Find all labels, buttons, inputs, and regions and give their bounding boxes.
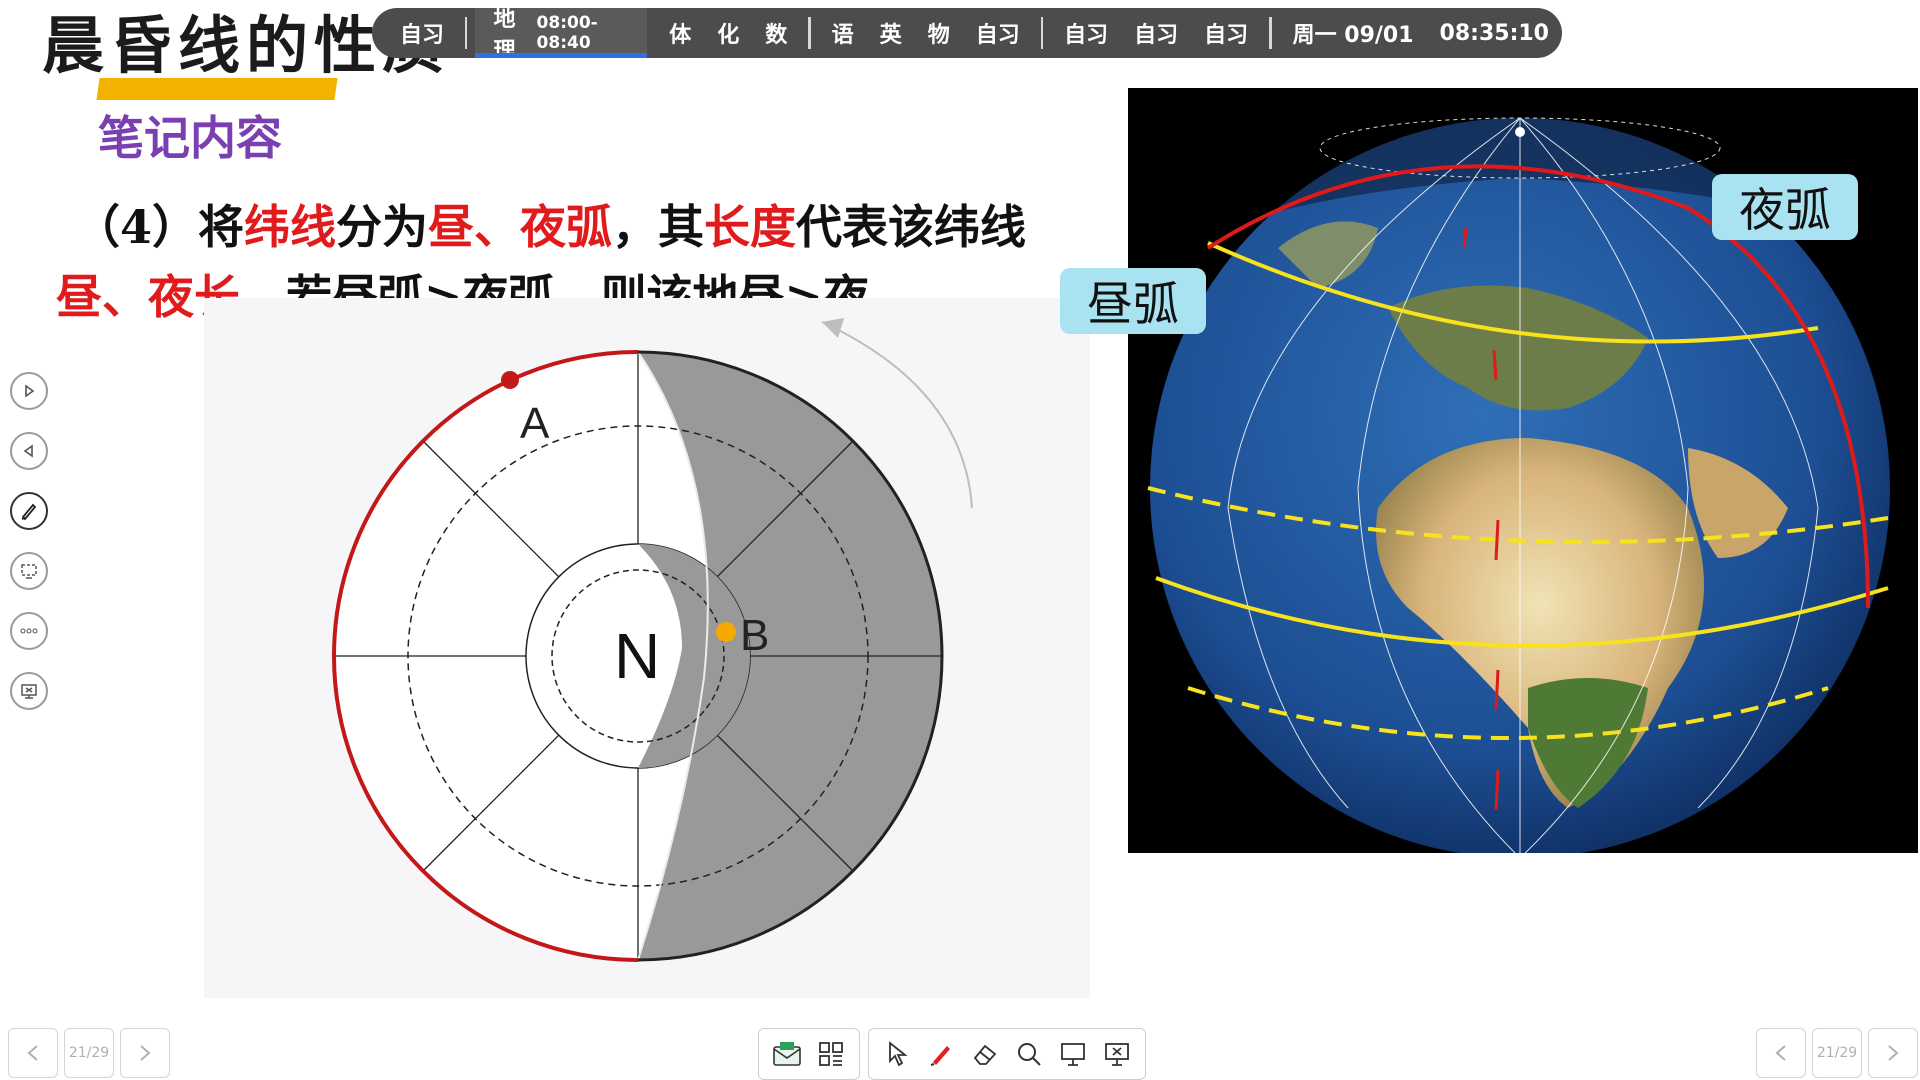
note-fragment: ，其 (612, 200, 705, 254)
schedule-item[interactable]: 自习 (1121, 17, 1191, 49)
slide-counter[interactable]: 21/29 (1812, 1028, 1862, 1078)
schedule-divider (1269, 17, 1272, 49)
next-slide-button[interactable] (120, 1028, 170, 1078)
pen-icon[interactable] (919, 1032, 963, 1076)
whiteboard-icon[interactable] (1051, 1032, 1095, 1076)
schedule-item[interactable]: 数 (752, 17, 800, 49)
note-fragment: 纬线 (244, 200, 337, 254)
more-icon[interactable] (10, 612, 48, 650)
schedule-item[interactable]: 自习 (1051, 17, 1121, 49)
play-next-icon[interactable] (10, 372, 48, 410)
schedule-item[interactable]: 物 (915, 17, 963, 49)
schedule-item[interactable]: 自习 (1191, 17, 1261, 49)
north-pole-point (1515, 127, 1525, 137)
toolbar-group-right (868, 1028, 1146, 1080)
play-prev-icon[interactable] (10, 432, 48, 470)
exit-presentation-icon[interactable] (10, 672, 48, 710)
point-a-marker (501, 371, 519, 389)
day-arc-callout: 昼弧 (1060, 268, 1206, 334)
pen-icon[interactable] (10, 492, 48, 530)
pager-left: 21/29 (8, 1028, 170, 1078)
current-time-range: 08:00-08:40 (536, 13, 598, 53)
polar-day-night-diagram: A B N (332, 318, 973, 962)
schedule-item[interactable]: 化 (704, 17, 752, 49)
schedule-divider (1040, 17, 1044, 49)
slide-counter[interactable]: 21/29 (64, 1028, 114, 1078)
note-fragment: 代表该纬线 (796, 200, 1027, 254)
schedule-item[interactable]: 语 (819, 17, 867, 49)
schedule-divider (465, 17, 468, 49)
day-arc-label: 昼弧 (1087, 277, 1179, 331)
envelope-icon[interactable] (765, 1032, 809, 1076)
point-b-label: B (740, 611, 769, 660)
section-subtitle: 笔记内容 (98, 111, 282, 165)
schedule-divider (808, 17, 811, 49)
note-fragment: 长度 (704, 200, 797, 254)
class-schedule-bar: 自习 地理 08:00-08:40 体 化 数 语 英 物 自习 自习 自习 自… (372, 7, 1562, 64)
class-progress-bar (475, 53, 647, 58)
presentation-toolbar (758, 1028, 1146, 1080)
point-b-marker (716, 622, 736, 642)
rotation-arrowhead (822, 318, 844, 338)
end-show-icon[interactable] (1095, 1032, 1139, 1076)
note-fragment: （4）将 (74, 200, 245, 254)
note-fragment: 分为 (336, 200, 429, 254)
note-fragment: 昼、夜弧 (428, 200, 613, 254)
toolbar-group-left (758, 1028, 860, 1080)
note-line-1: （4）将纬线分为昼、夜弧，其长度代表该纬线 (74, 194, 1026, 260)
eraser-icon[interactable] (963, 1032, 1007, 1076)
screen-capture-icon[interactable] (10, 552, 48, 590)
schedule-item[interactable]: 体 (656, 17, 704, 49)
north-pole-label: N (614, 620, 660, 692)
schedule-current-class[interactable]: 地理 08:00-08:40 (475, 7, 647, 64)
apps-grid-icon[interactable] (809, 1032, 853, 1076)
night-arc-callout: 夜弧 (1712, 174, 1858, 240)
zoom-icon[interactable] (1007, 1032, 1051, 1076)
schedule-date: 周一 09/01 (1292, 23, 1414, 48)
next-slide-button[interactable] (1868, 1028, 1918, 1078)
point-a-label: A (520, 399, 550, 448)
pager-right: 21/29 (1756, 1028, 1918, 1078)
polar-diagram-panel: A B N (204, 298, 1090, 998)
schedule-item[interactable]: 自习 (963, 17, 1033, 49)
pointer-icon[interactable] (875, 1032, 919, 1076)
schedule-clock: 08:35:10 (1439, 20, 1549, 46)
prev-slide-button[interactable] (8, 1028, 58, 1078)
schedule-item[interactable]: 自习 (372, 17, 457, 49)
night-arc-label: 夜弧 (1739, 183, 1831, 237)
prev-slide-button[interactable] (1756, 1028, 1806, 1078)
schedule-item[interactable]: 英 (867, 17, 915, 49)
